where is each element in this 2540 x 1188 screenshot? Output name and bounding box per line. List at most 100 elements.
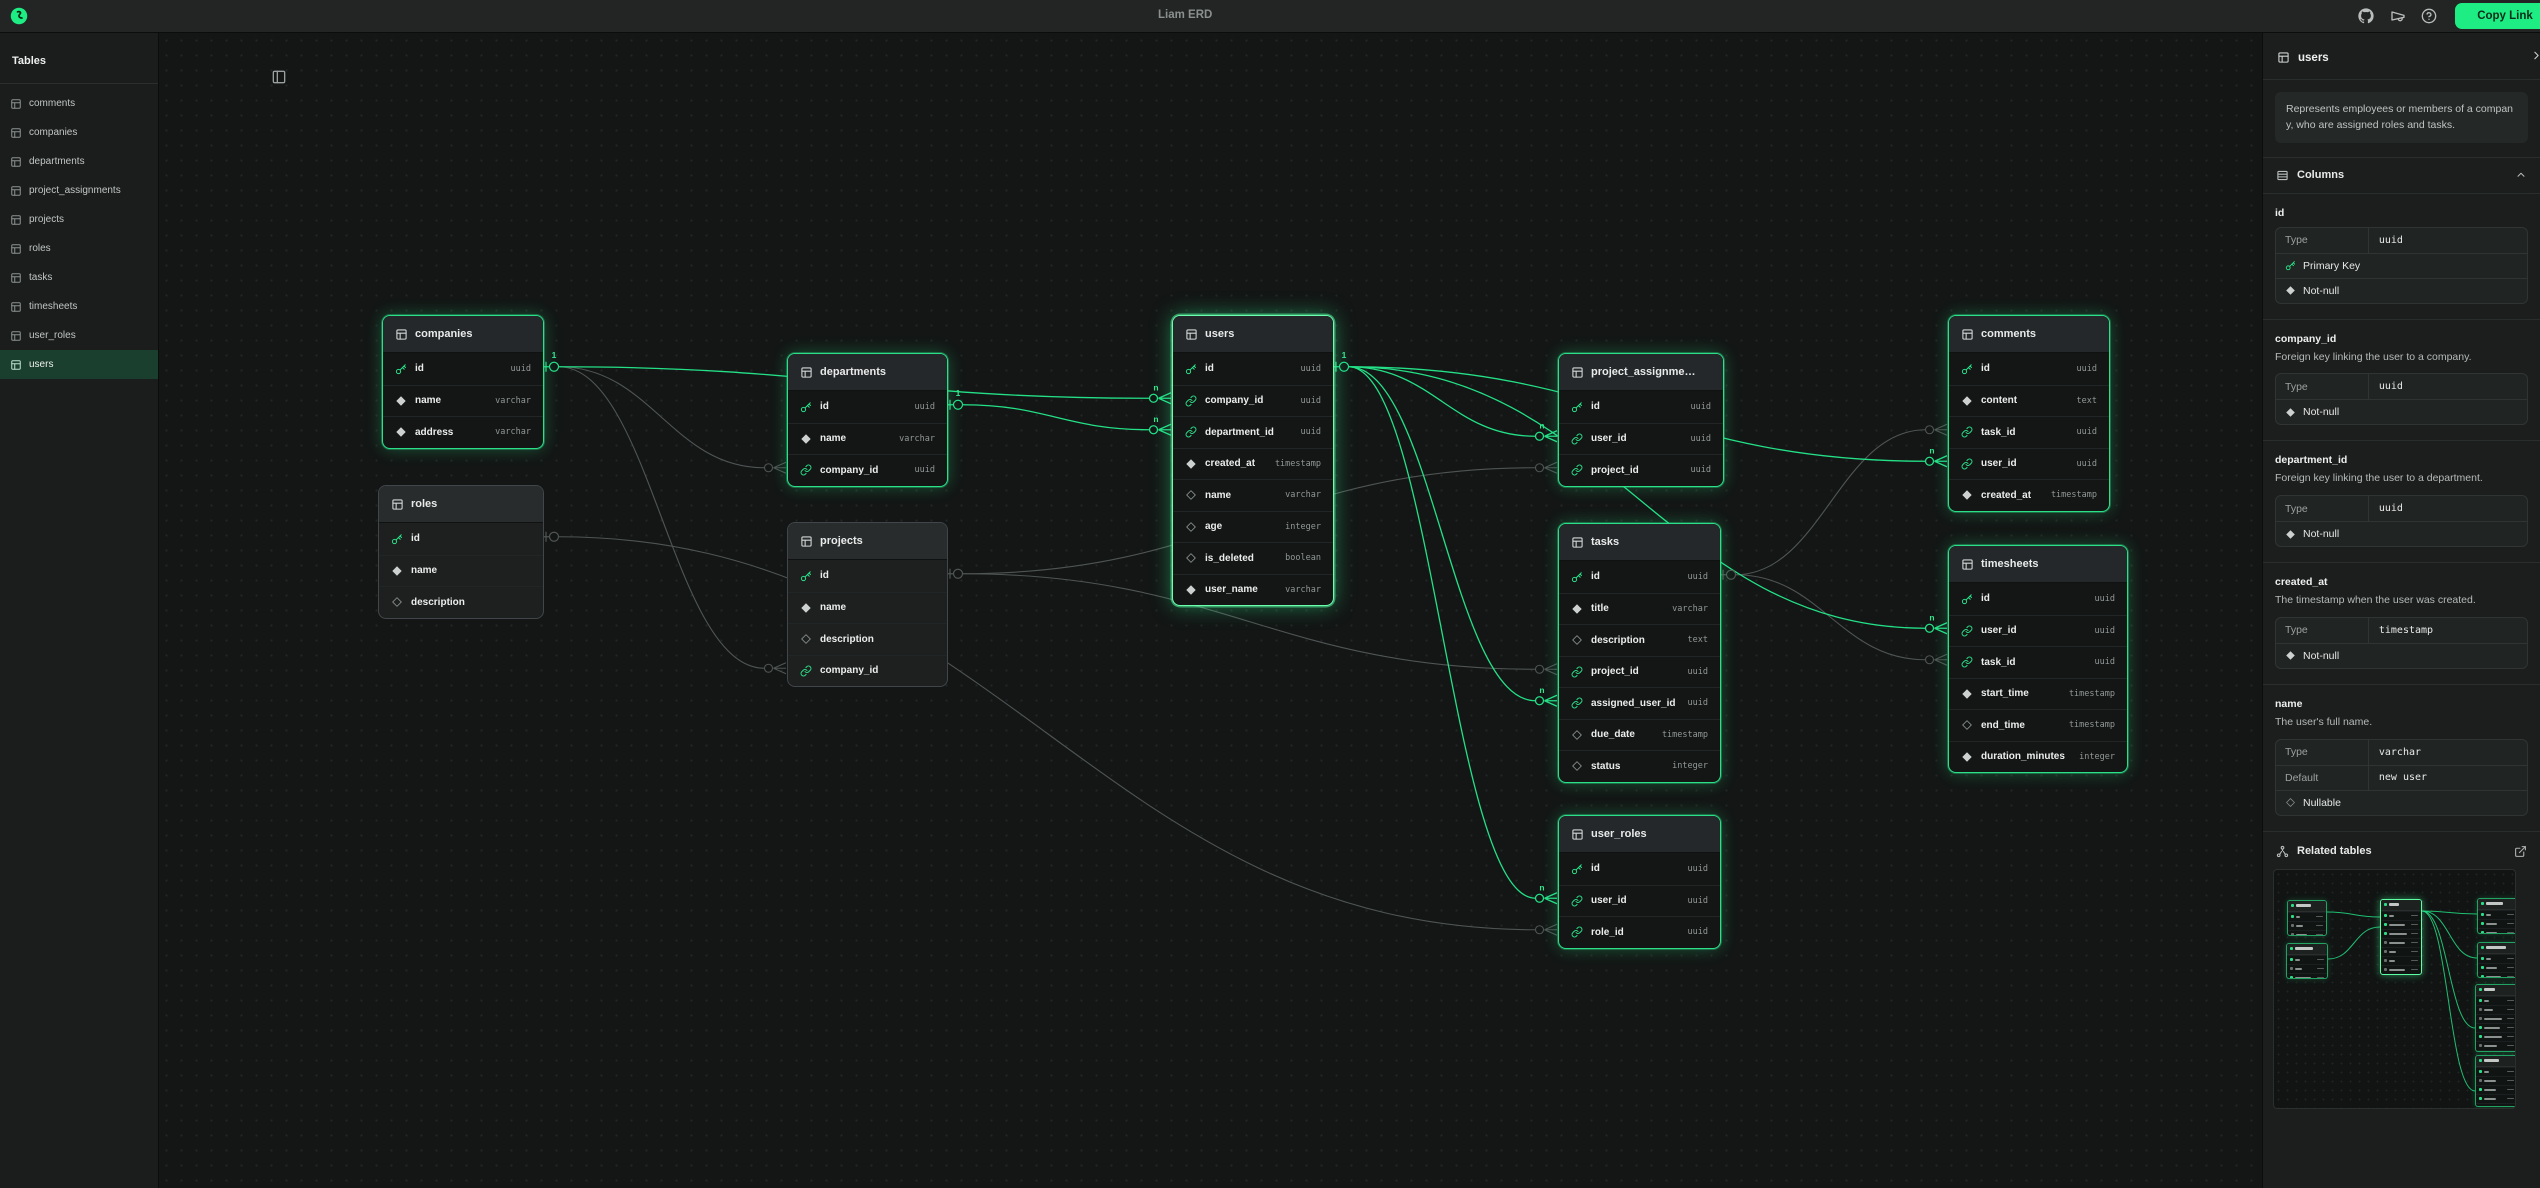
attribute-row: Typeuuid xyxy=(2276,496,2527,521)
column-row-task_id[interactable]: task_iduuid xyxy=(1949,416,2109,448)
sidebar-item-users[interactable]: users xyxy=(0,350,158,379)
key-icon xyxy=(395,363,407,375)
table-node-timesheets[interactable]: timesheetsiduuiduser_iduuidtask_iduuidst… xyxy=(1948,545,2128,773)
column-row-name[interactable]: namevarchar xyxy=(1173,479,1333,511)
column-row-id[interactable]: iduuid xyxy=(1559,391,1723,423)
column-row-id[interactable]: iduuid xyxy=(1949,583,2127,615)
column-row-due_date[interactable]: due_datetimestamp xyxy=(1559,719,1720,751)
column-row-id[interactable]: iduuid xyxy=(383,353,543,385)
column-row-user_id[interactable]: user_iduuid xyxy=(1559,885,1720,917)
column-row-end_time[interactable]: end_timetimestamp xyxy=(1949,709,2127,741)
table-node-title: project_assignme… xyxy=(1591,366,1696,378)
sidebar-item-timesheets[interactable]: timesheets xyxy=(0,292,158,321)
column-row-id[interactable]: iduuid xyxy=(1173,353,1333,385)
column-row-assigned_user_id[interactable]: assigned_user_iduuid xyxy=(1559,687,1720,719)
column-row-name[interactable]: name xyxy=(788,592,947,624)
minimap-table-departments[interactable] xyxy=(2286,943,2328,979)
table-node-projects[interactable]: projectsidnamedescriptioncompany_id xyxy=(787,522,948,687)
collapse-panel-icon[interactable] xyxy=(2530,49,2540,62)
open-related-icon[interactable] xyxy=(2514,845,2527,858)
minimap-table-user_roles[interactable] xyxy=(2477,898,2516,934)
column-row-id[interactable]: iduuid xyxy=(1949,353,2109,385)
column-type: timestamp xyxy=(2069,720,2115,730)
sidebar-item-user_roles[interactable]: user_roles xyxy=(0,321,158,350)
column-row-task_id[interactable]: task_iduuid xyxy=(1949,646,2127,678)
table-node-companies[interactable]: companiesiduuidnamevarcharaddressvarchar xyxy=(382,315,544,449)
sidebar-item-comments[interactable]: comments xyxy=(0,89,158,118)
column-row-id[interactable]: iduuid xyxy=(1559,561,1720,593)
column-name: company_id xyxy=(820,665,878,676)
column-row-role_id[interactable]: role_iduuid xyxy=(1559,916,1720,948)
column-row-user_id[interactable]: user_iduuid xyxy=(1559,423,1723,455)
column-row-id[interactable]: iduuid xyxy=(1559,853,1720,885)
table-node-roles[interactable]: rolesidnamedescription xyxy=(378,485,544,619)
column-row-user_id[interactable]: user_iduuid xyxy=(1949,615,2127,647)
column-row-description[interactable]: descriptiontext xyxy=(1559,624,1720,656)
column-type: uuid xyxy=(915,402,935,412)
column-row-name[interactable]: name xyxy=(379,555,543,587)
related-tables-minimap[interactable] xyxy=(2273,869,2516,1109)
table-node-project_assignments[interactable]: project_assignme…iduuiduser_iduuidprojec… xyxy=(1558,353,1724,487)
link-icon xyxy=(1571,433,1583,445)
column-row-start_time[interactable]: start_timetimestamp xyxy=(1949,678,2127,710)
column-row-department_id[interactable]: department_iduuid xyxy=(1173,416,1333,448)
sidebar-item-departments[interactable]: departments xyxy=(0,147,158,176)
column-row-company_id[interactable]: company_iduuid xyxy=(788,454,947,486)
column-row-duration_minutes[interactable]: duration_minutesinteger xyxy=(1949,741,2127,773)
megaphone-icon[interactable] xyxy=(2390,8,2406,24)
column-row-company_id[interactable]: company_id xyxy=(788,655,947,687)
column-row-user_id[interactable]: user_iduuid xyxy=(1949,448,2109,480)
copy-link-button[interactable]: Copy Link xyxy=(2455,3,2540,29)
minimap-table-comments[interactable] xyxy=(2475,1055,2516,1107)
help-icon[interactable] xyxy=(2421,8,2437,24)
column-row-description[interactable]: description xyxy=(788,623,947,655)
column-type: uuid xyxy=(1688,864,1708,874)
key-icon xyxy=(800,570,812,582)
svg-text:n: n xyxy=(1539,685,1544,695)
sidebar-toggle-icon[interactable] xyxy=(271,69,287,85)
erd-canvas[interactable]: nnnnnnn111 companiesiduuidnamevarcharadd… xyxy=(159,33,2262,1188)
sidebar-item-companies[interactable]: companies xyxy=(0,118,158,147)
column-row-created_at[interactable]: created_attimestamp xyxy=(1949,479,2109,511)
chevron-up-icon[interactable] xyxy=(2515,169,2527,181)
column-row-id[interactable]: iduuid xyxy=(788,391,947,423)
column-row-description[interactable]: description xyxy=(379,586,543,618)
table-node-user_roles[interactable]: user_rolesiduuiduser_iduuidrole_iduuid xyxy=(1558,815,1721,949)
table-node-users[interactable]: usersiduuidcompany_iduuiddepartment_iduu… xyxy=(1172,315,1334,606)
table-node-departments[interactable]: departmentsiduuidnamevarcharcompany_iduu… xyxy=(787,353,948,487)
column-row-project_id[interactable]: project_iduuid xyxy=(1559,656,1720,688)
minimap-table-tasks[interactable] xyxy=(2475,984,2516,1052)
column-row-address[interactable]: addressvarchar xyxy=(383,416,543,448)
column-row-is_deleted[interactable]: is_deletedboolean xyxy=(1173,542,1333,574)
column-row-title[interactable]: titlevarchar xyxy=(1559,593,1720,625)
column-row-id[interactable]: id xyxy=(788,560,947,592)
table-icon xyxy=(1185,328,1198,341)
column-row-company_id[interactable]: company_iduuid xyxy=(1173,385,1333,417)
column-row-age[interactable]: ageinteger xyxy=(1173,511,1333,543)
column-row-name[interactable]: namevarchar xyxy=(788,423,947,455)
notnull-icon xyxy=(2285,650,2296,661)
github-icon[interactable] xyxy=(2358,8,2374,24)
sidebar-item-project_assignments[interactable]: project_assignments xyxy=(0,176,158,205)
column-row-created_at[interactable]: created_attimestamp xyxy=(1173,448,1333,480)
column-detail-created_at: created_atThe timestamp when the user wa… xyxy=(2263,563,2540,685)
sidebar-item-projects[interactable]: projects xyxy=(0,205,158,234)
table-node-tasks[interactable]: tasksiduuidtitlevarchardescriptiontextpr… xyxy=(1558,523,1721,783)
minimap-table-project_assignments[interactable] xyxy=(2477,942,2516,978)
link-icon xyxy=(1961,656,1973,668)
liam-logo[interactable] xyxy=(10,7,28,25)
column-row-id[interactable]: id xyxy=(379,523,543,555)
notnull-icon xyxy=(391,565,403,577)
minimap-table-companies[interactable] xyxy=(2287,900,2327,936)
sidebar-item-tasks[interactable]: tasks xyxy=(0,263,158,292)
column-row-user_name[interactable]: user_namevarchar xyxy=(1173,574,1333,606)
key-icon xyxy=(1961,363,1973,375)
column-row-project_id[interactable]: project_iduuid xyxy=(1559,454,1723,486)
sidebar-item-roles[interactable]: roles xyxy=(0,234,158,263)
minimap-table-users[interactable] xyxy=(2380,899,2422,975)
table-node-comments[interactable]: commentsiduuidcontenttexttask_iduuiduser… xyxy=(1948,315,2110,512)
column-row-content[interactable]: contenttext xyxy=(1949,385,2109,417)
column-row-status[interactable]: statusinteger xyxy=(1559,750,1720,782)
column-row-name[interactable]: namevarchar xyxy=(383,385,543,417)
attribute-row: Typevarchar xyxy=(2276,740,2527,765)
